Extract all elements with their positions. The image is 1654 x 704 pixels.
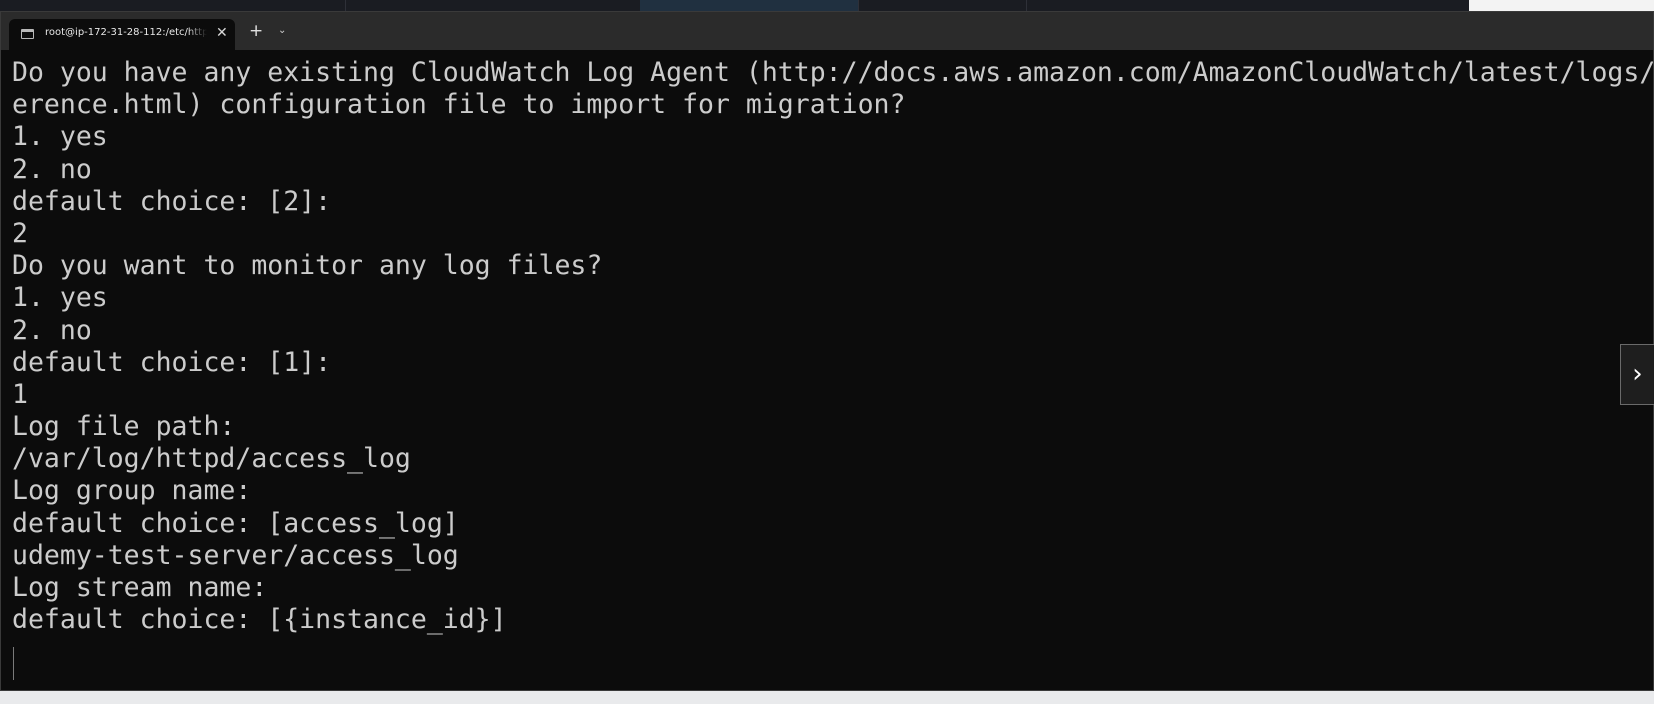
terminal-line: default choice: [access_log]: [12, 507, 459, 539]
terminal-line: default choice: [1]:: [12, 346, 332, 378]
terminal-line: 2: [12, 217, 28, 249]
tab-bar: root@ip-172-31-28-112:/etc/httpd ✕ + ⌄: [1, 12, 1653, 50]
terminal-output[interactable]: Do you have any existing CloudWatch Log …: [12, 57, 1653, 690]
background-window-segment: [345, 0, 641, 11]
terminal-line: Do you want to monitor any log files?: [12, 250, 603, 282]
background-window-segment: [640, 0, 859, 11]
terminal-line: default choice: [{instance_id}]: [12, 604, 507, 636]
terminal-line: 1: [12, 378, 28, 410]
terminal-tab[interactable]: root@ip-172-31-28-112:/etc/httpd ✕: [9, 19, 235, 50]
terminal-window: root@ip-172-31-28-112:/etc/httpd ✕ + ⌄ D…: [0, 11, 1654, 691]
terminal-line: 1. yes: [12, 121, 108, 153]
terminal-line: 2. no: [12, 314, 92, 346]
chevron-down-icon[interactable]: ⌄: [278, 24, 286, 38]
terminal-line: Log group name:: [12, 475, 252, 507]
terminal-line: 1. yes: [12, 282, 108, 314]
background-window-segment: [1469, 0, 1654, 11]
terminal-line: Do you have any existing CloudWatch Log …: [12, 57, 1653, 88]
terminal-icon: [21, 29, 34, 39]
terminal-line: /var/log/httpd/access_log: [12, 443, 411, 475]
terminal-line: Log stream name:: [12, 572, 268, 603]
terminal-line: default choice: [2]:: [12, 185, 332, 217]
tab-title: root@ip-172-31-28-112:/etc/httpd: [45, 27, 207, 38]
background-window-segment: [1026, 0, 1470, 11]
plus-icon[interactable]: +: [249, 21, 263, 41]
terminal-line: udemy-test-server/access_log: [12, 539, 459, 571]
close-icon[interactable]: ✕: [216, 24, 228, 42]
background-window-segment: [0, 0, 346, 11]
terminal-line: 2. no: [12, 153, 92, 185]
text-cursor: [13, 647, 14, 680]
terminal-line: Log file path:: [12, 411, 236, 443]
terminal-line: erence.html) configuration file to impor…: [12, 89, 906, 121]
background-window-segment: [858, 0, 1027, 11]
chevron-right-icon[interactable]: ›: [1620, 344, 1654, 405]
desktop-background-strip: [0, 0, 1654, 11]
